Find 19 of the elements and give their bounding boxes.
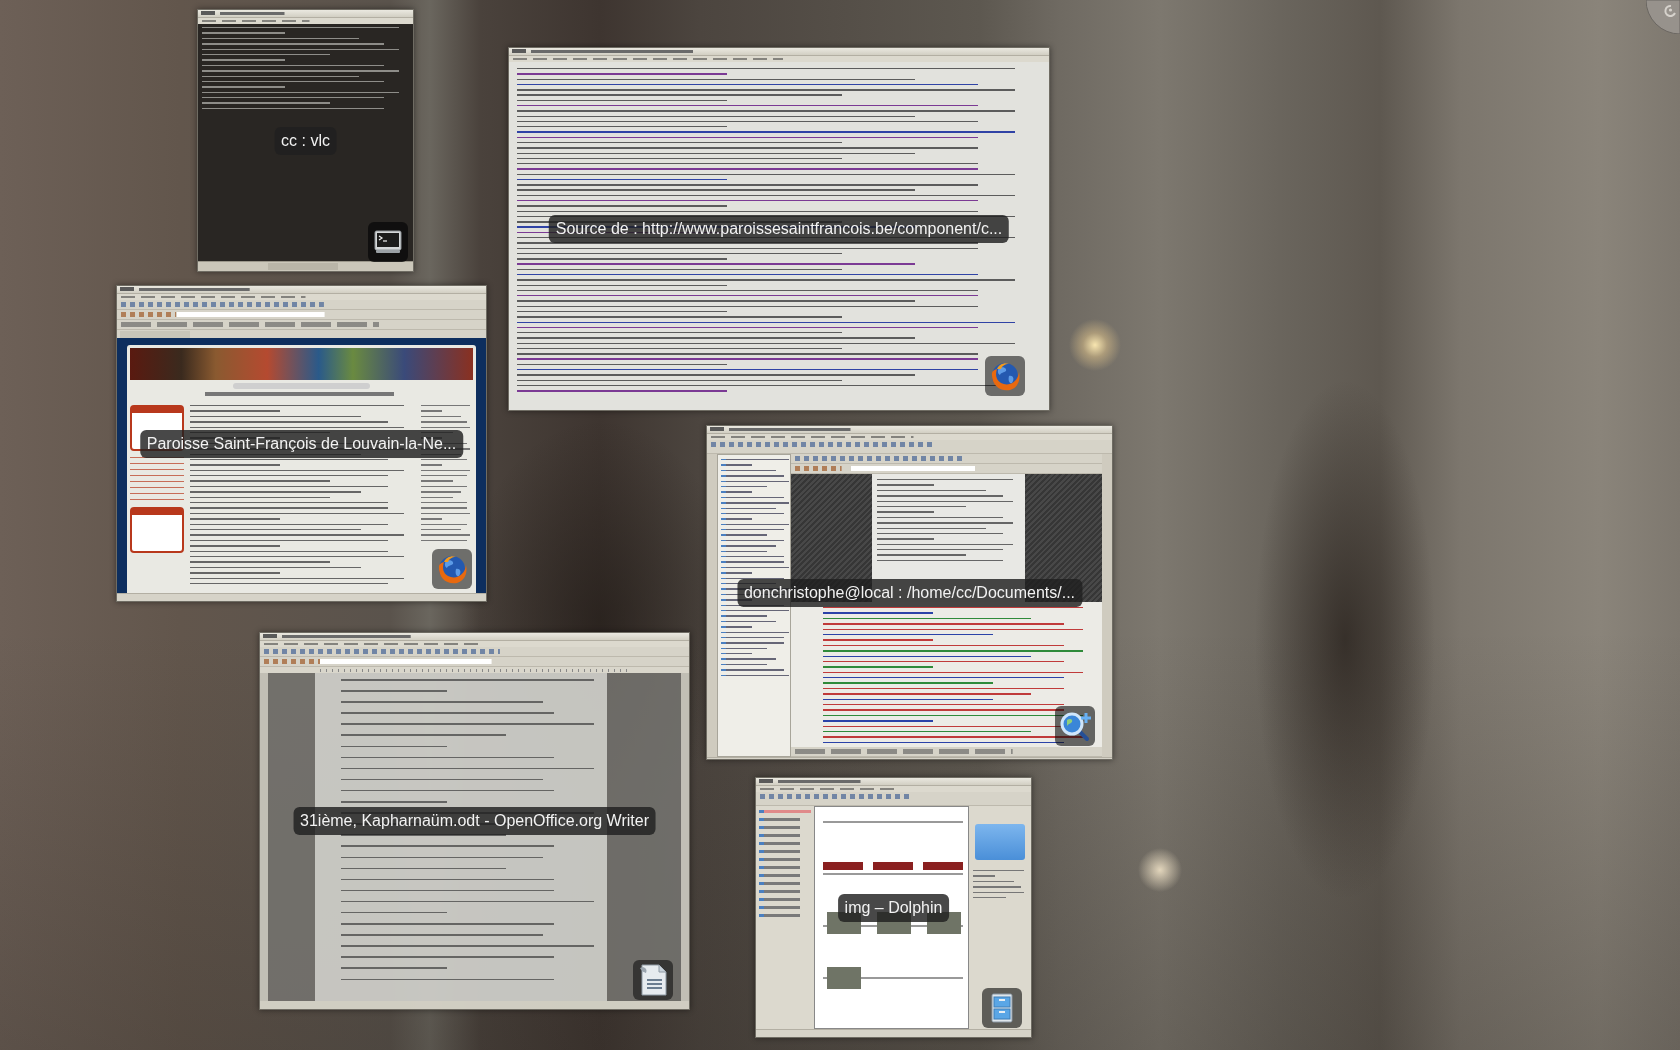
window-caption: Source de : http://www.paroissesaintfrancois.be/component/c... xyxy=(548,215,1010,243)
window-thumbnail-drawing[interactable] xyxy=(116,285,487,602)
globe-icon xyxy=(985,356,1025,396)
window-thumbnail-drawing[interactable] xyxy=(755,777,1032,1038)
file-cabinet-icon xyxy=(982,988,1022,1028)
globe-magnifier-icon xyxy=(1055,706,1095,746)
window-caption: 31ième, Kapharnaüm.odt - OpenOffice.org Writer xyxy=(293,807,656,835)
terminal-icon xyxy=(368,222,408,262)
window-caption: img – Dolphin xyxy=(837,893,950,922)
window-thumbnail-drawing[interactable] xyxy=(259,632,690,1010)
desktop-toolbox-icon[interactable] xyxy=(1646,0,1680,34)
window-thumbnail-drawing[interactable] xyxy=(508,47,1050,411)
window-thumbnail-drawing[interactable] xyxy=(706,425,1113,760)
window-thumbnail-drawing[interactable] xyxy=(197,9,414,272)
globe-icon xyxy=(432,549,472,589)
document-icon xyxy=(633,960,673,1000)
window-caption: donchristophe@local : /home/cc/Documents/... xyxy=(736,578,1083,607)
window-caption: Paroisse Saint-François de Louvain-la-Ne... xyxy=(139,429,464,458)
window-caption: cc : vlc xyxy=(274,126,337,155)
